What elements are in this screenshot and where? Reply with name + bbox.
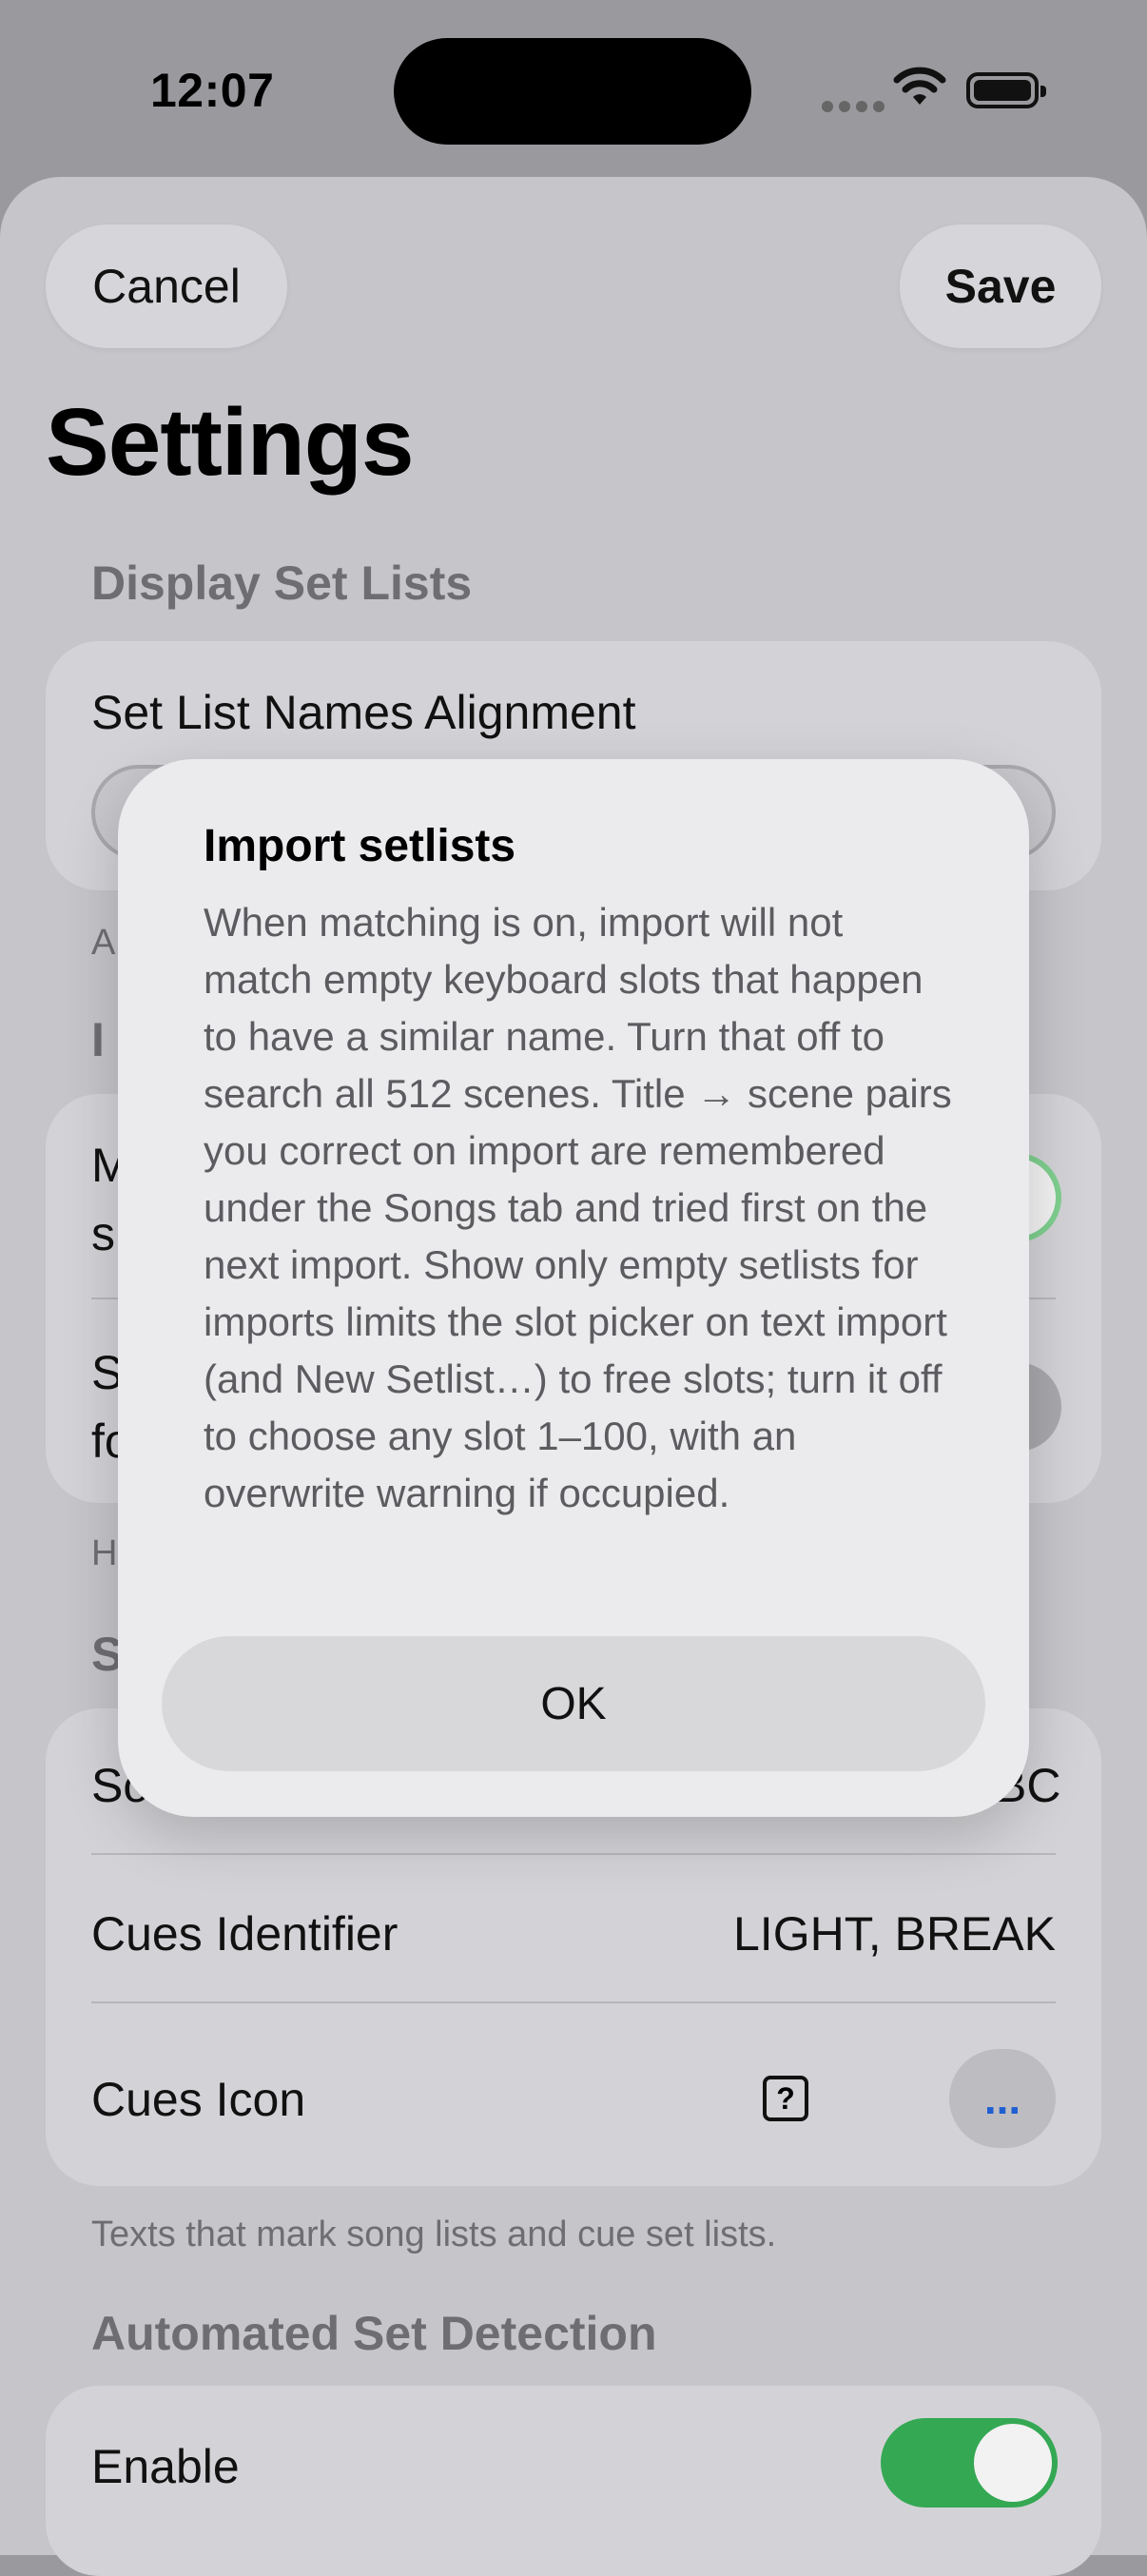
cues-icon-label: Cues Icon <box>91 2073 306 2126</box>
section-header-automated: Automated Set Detection <box>91 2307 657 2360</box>
more-button[interactable]: ... <box>949 2049 1056 2148</box>
enable-label: Enable <box>91 2440 240 2493</box>
import-footer: H <box>91 1533 118 1573</box>
cues-footer: Texts that mark song lists and cue set l… <box>91 2215 777 2254</box>
cues-identifier-label: Cues Identifier <box>91 1907 399 1961</box>
section-header-import: I <box>91 1013 105 1066</box>
signal-icon <box>822 101 885 112</box>
divider <box>91 2001 1056 2003</box>
dynamic-island <box>394 38 751 145</box>
page-title: Settings <box>46 389 414 496</box>
save-button[interactable]: Save <box>900 224 1101 348</box>
wifi-icon <box>893 67 946 105</box>
import-row1-label-b: s <box>91 1207 115 1260</box>
status-time: 12:07 <box>150 64 275 117</box>
alert-title: Import setlists <box>204 821 516 871</box>
question-mark-icon: ? <box>763 2076 808 2121</box>
alert-body: When matching is on, import will not mat… <box>204 900 952 1515</box>
battery-icon <box>966 72 1046 108</box>
section-header-display: Display Set Lists <box>91 556 473 610</box>
cancel-button[interactable]: Cancel <box>46 224 287 348</box>
divider <box>91 1853 1056 1855</box>
ok-button[interactable]: OK <box>162 1636 985 1771</box>
display-footer: A <box>91 923 116 963</box>
alignment-label: Set List Names Alignment <box>91 686 636 739</box>
cues-identifier-value[interactable]: LIGHT, BREAK <box>733 1906 1056 1961</box>
